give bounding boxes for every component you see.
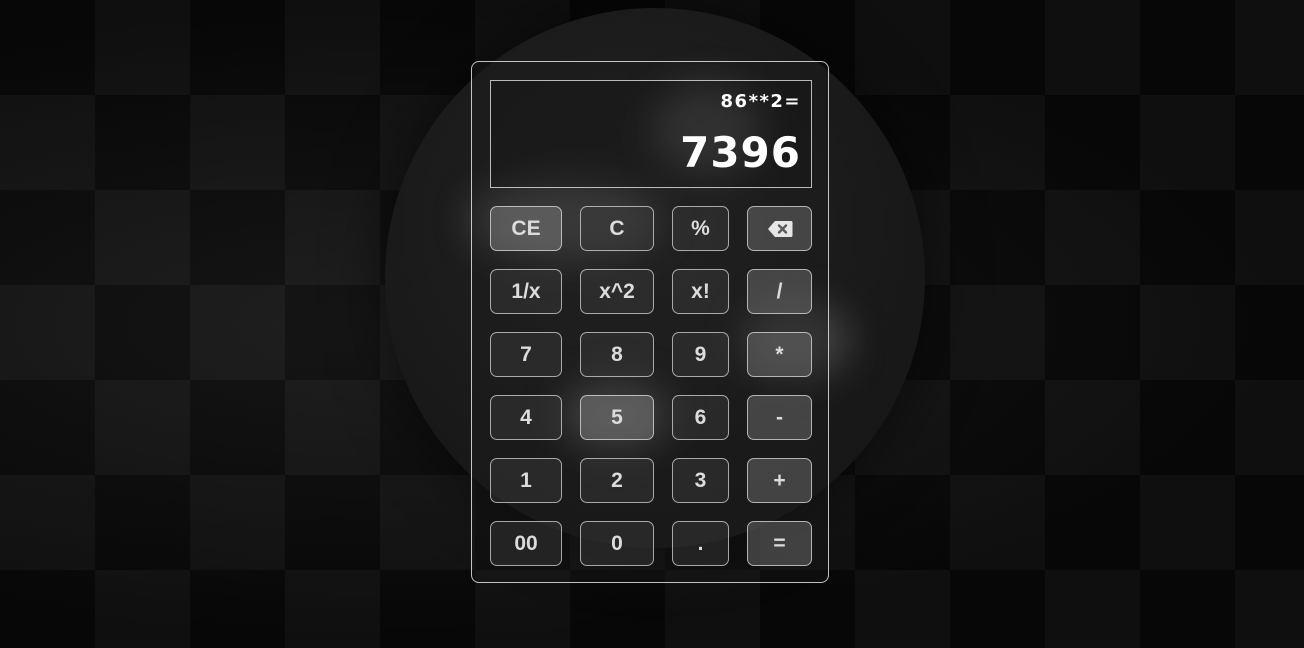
equals-button[interactable]: = [747, 521, 812, 566]
divide-button[interactable]: / [747, 269, 812, 314]
expression-text: 86**2= [720, 91, 801, 112]
digit-2-button[interactable]: 2 [580, 458, 654, 503]
result-text: 7396 [680, 128, 801, 177]
multiply-button[interactable]: * [747, 332, 812, 377]
digit-8-button[interactable]: 8 [580, 332, 654, 377]
percent-button[interactable]: % [672, 206, 729, 251]
reciprocal-button[interactable]: 1/x [490, 269, 562, 314]
calculator-display: 86**2= 7396 [490, 80, 812, 188]
digit-5-button[interactable]: 5 [580, 395, 654, 440]
square-button[interactable]: x^2 [580, 269, 654, 314]
digit-7-button[interactable]: 7 [490, 332, 562, 377]
clear-button[interactable]: C [580, 206, 654, 251]
clear-entry-button[interactable]: CE [490, 206, 562, 251]
digit-1-button[interactable]: 1 [490, 458, 562, 503]
factorial-button[interactable]: x! [672, 269, 729, 314]
digit-3-button[interactable]: 3 [672, 458, 729, 503]
subtract-button[interactable]: - [747, 395, 812, 440]
digit-0-button[interactable]: 0 [580, 521, 654, 566]
digit-9-button[interactable]: 9 [672, 332, 729, 377]
keypad: CE C % 1/x x^2 x! / 7 8 9 * 4 5 6 - 1 2 … [490, 206, 812, 566]
decimal-button[interactable]: . [672, 521, 729, 566]
add-button[interactable]: + [747, 458, 812, 503]
digit-6-button[interactable]: 6 [672, 395, 729, 440]
double-zero-button[interactable]: 00 [490, 521, 562, 566]
backspace-icon [767, 220, 793, 238]
calculator: 86**2= 7396 CE C % 1/x x^2 x! / 7 8 9 * … [471, 61, 829, 583]
digit-4-button[interactable]: 4 [490, 395, 562, 440]
backspace-button[interactable] [747, 206, 812, 251]
